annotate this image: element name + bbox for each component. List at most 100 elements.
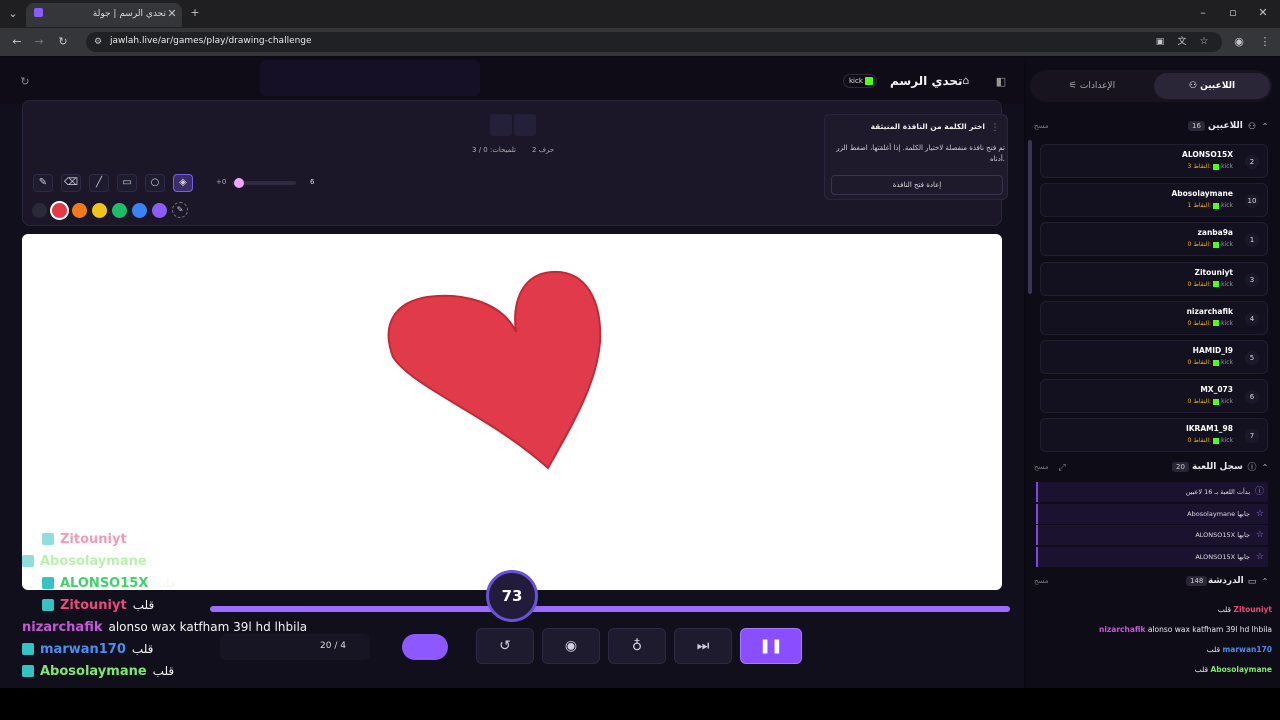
kick-label: kick bbox=[1221, 280, 1233, 288]
expand-icon[interactable]: ⤢ bbox=[1056, 461, 1068, 475]
player-card[interactable]: Abosolaymane 1 النقاط: kick 10 bbox=[1040, 183, 1268, 218]
skip-button[interactable]: ⏭ bbox=[674, 628, 732, 664]
color-swatch[interactable] bbox=[132, 203, 147, 218]
pause-button[interactable]: ❚❚ bbox=[740, 628, 802, 664]
brush-size-value: 6 bbox=[310, 178, 315, 186]
overlay-username: Abosolaymane bbox=[40, 664, 147, 679]
profile-icon[interactable]: ◉ bbox=[1232, 35, 1246, 49]
player-card[interactable]: nizarchafik 0 النقاط: kick 4 bbox=[1040, 300, 1268, 335]
site-info-icon[interactable]: ⚙ bbox=[92, 35, 104, 49]
bookmark-star-icon[interactable]: ☆ bbox=[1198, 35, 1210, 49]
address-bar[interactable]: ⚙ jawlah.live/ar/games/play/drawing-chal… bbox=[86, 32, 1222, 52]
camera-blocked-icon[interactable]: ▣ bbox=[1154, 35, 1166, 49]
round-indicator-pill bbox=[402, 634, 448, 660]
color-swatch[interactable] bbox=[112, 203, 127, 218]
hint-button[interactable]: ♁ bbox=[608, 628, 666, 664]
player-card[interactable]: MX_073 0 النقاط: kick 6 bbox=[1040, 379, 1268, 414]
hints-count: تلميحات: 0 / 3 bbox=[472, 146, 516, 154]
maximize-icon[interactable]: ▫ bbox=[1226, 6, 1240, 20]
color-picker-icon[interactable]: ✎ bbox=[172, 202, 188, 218]
refresh-icon[interactable]: ↻ bbox=[18, 75, 32, 89]
chat-clear-button[interactable]: مسح bbox=[1034, 577, 1049, 585]
player-points: 0 النقاط: kick bbox=[1188, 398, 1234, 405]
chat-section-header[interactable]: مسح 148 الدردشة ▭ ⌃ bbox=[1030, 575, 1270, 589]
kick-label: kick bbox=[1221, 202, 1233, 210]
restart-button[interactable]: ↺ bbox=[476, 628, 534, 664]
star-icon: ☆ bbox=[1255, 508, 1264, 519]
collapse-chevron-icon[interactable]: ⌃ bbox=[1260, 120, 1270, 134]
collapse-chevron-icon[interactable]: ⌃ bbox=[1260, 461, 1270, 475]
translate-icon[interactable]: 文 bbox=[1176, 35, 1188, 49]
players-clear-button[interactable]: مسح bbox=[1034, 122, 1049, 130]
color-swatch[interactable] bbox=[32, 203, 47, 218]
overlay-username: Zitouniyt bbox=[60, 532, 127, 547]
browser-tab[interactable]: تحدي الرسم | جولة ✕ bbox=[26, 3, 182, 27]
player-card[interactable]: IKRAM1_98 0 النقاط: kick 7 bbox=[1040, 418, 1268, 453]
browser-menu-icon[interactable]: ⋮ bbox=[1258, 35, 1272, 49]
overlay-chat-row: ALONSO15X قلب bbox=[42, 572, 402, 594]
player-name: Zitouniyt bbox=[1194, 267, 1233, 277]
eraser-tool-icon[interactable]: ⌫ bbox=[61, 174, 81, 192]
reopen-window-button[interactable]: إعادة فتح النافذة bbox=[831, 175, 1003, 195]
fill-bucket-tool-icon[interactable]: ◈ bbox=[173, 174, 193, 192]
players-section-header[interactable]: مسح 16 اللاعبين ⚇ ⌃ bbox=[1030, 120, 1270, 134]
overlay-username: Zitouniyt bbox=[60, 598, 127, 613]
chat-message: Zitouniyt قلب bbox=[1030, 605, 1272, 614]
color-swatch[interactable] bbox=[52, 203, 67, 218]
player-name: ALONSO15X bbox=[1182, 150, 1233, 159]
overlay-username: ALONSO15X bbox=[60, 576, 149, 591]
minimize-icon[interactable]: – bbox=[1196, 6, 1210, 20]
new-tab-icon[interactable]: + bbox=[188, 6, 202, 20]
player-card[interactable]: Zitouniyt 0 النقاط: kick 3 bbox=[1040, 261, 1268, 296]
kick-label: kick bbox=[1221, 437, 1233, 445]
points-value: 0 bbox=[1187, 437, 1192, 445]
letter-count: 2 حرف bbox=[532, 146, 555, 154]
color-swatch[interactable] bbox=[92, 203, 107, 218]
tab-close-icon[interactable]: ✕ bbox=[166, 7, 178, 21]
rectangle-tool-icon[interactable]: ▭ bbox=[117, 174, 137, 192]
drag-handle-icon[interactable]: ⋮ bbox=[989, 121, 1001, 135]
users-icon: ⚇ bbox=[1188, 81, 1201, 91]
forward-icon[interactable]: → bbox=[32, 35, 46, 49]
log-text: ALONSO15X جابها bbox=[1195, 531, 1250, 539]
chat-icon: ▭ bbox=[1247, 577, 1257, 587]
player-rank: 4 bbox=[1245, 311, 1259, 326]
round-progress-bar bbox=[210, 606, 1010, 612]
player-name: zanba9a bbox=[1197, 228, 1233, 238]
color-swatch[interactable] bbox=[72, 203, 87, 218]
log-clear-button[interactable]: مسح bbox=[1034, 463, 1049, 471]
tab-settings-label: الإعدادات bbox=[1079, 81, 1116, 91]
overlay-message: قلب bbox=[132, 598, 155, 612]
tab-players[interactable]: ⚇ اللاعبين bbox=[1154, 73, 1270, 99]
tab-settings[interactable]: ⚟ الإعدادات bbox=[1034, 73, 1150, 99]
chat-header: الدردشة bbox=[1208, 576, 1244, 586]
eye-icon: ◉ bbox=[564, 638, 578, 654]
collapse-chevron-icon[interactable]: ⌃ bbox=[1260, 575, 1270, 589]
tab-list-chevron-icon[interactable]: ⌄ bbox=[6, 7, 20, 21]
sidebar-toggle-icon[interactable]: ◧ bbox=[994, 75, 1008, 89]
overlay-username: Abosolaymane bbox=[40, 554, 147, 569]
popup-body: تم فتح نافذة منفصلة لاختيار الكلمة. إذا … bbox=[836, 144, 1005, 163]
player-card[interactable]: ALONSO15X 3 النقاط: kick 2 bbox=[1040, 144, 1268, 178]
chat-text: قلب bbox=[1206, 645, 1221, 654]
line-tool-icon[interactable]: ╱ bbox=[89, 174, 109, 192]
reveal-word-button[interactable]: ◉ bbox=[542, 628, 600, 664]
kick-label: kick bbox=[849, 77, 863, 85]
kick-logo-icon bbox=[1213, 437, 1220, 444]
pen-tool-icon[interactable]: ✎ bbox=[33, 174, 53, 192]
kick-label: kick bbox=[1221, 398, 1233, 406]
circle-tool-icon[interactable]: ○ bbox=[145, 174, 165, 192]
back-icon[interactable]: ← bbox=[10, 35, 24, 49]
reload-icon[interactable]: ↻ bbox=[56, 35, 70, 49]
log-section-header[interactable]: مسح ⤢ 20 سجل اللعبة ⓘ ⌃ bbox=[1030, 461, 1270, 475]
player-rank: 1 bbox=[1245, 233, 1259, 248]
size-min-label: +0 bbox=[216, 178, 227, 186]
brush-size-knob[interactable] bbox=[234, 178, 244, 188]
player-card[interactable]: zanba9a 0 النقاط: kick 1 bbox=[1040, 222, 1268, 257]
users-icon: ⚇ bbox=[1247, 122, 1257, 132]
player-points: 0 النقاط: kick bbox=[1188, 320, 1234, 327]
players-scrollbar[interactable] bbox=[1028, 140, 1032, 294]
window-close-icon[interactable]: ✕ bbox=[1256, 6, 1270, 20]
player-card[interactable]: HAMID_I9 0 النقاط: kick 5 bbox=[1040, 340, 1268, 374]
color-swatch[interactable] bbox=[152, 203, 167, 218]
